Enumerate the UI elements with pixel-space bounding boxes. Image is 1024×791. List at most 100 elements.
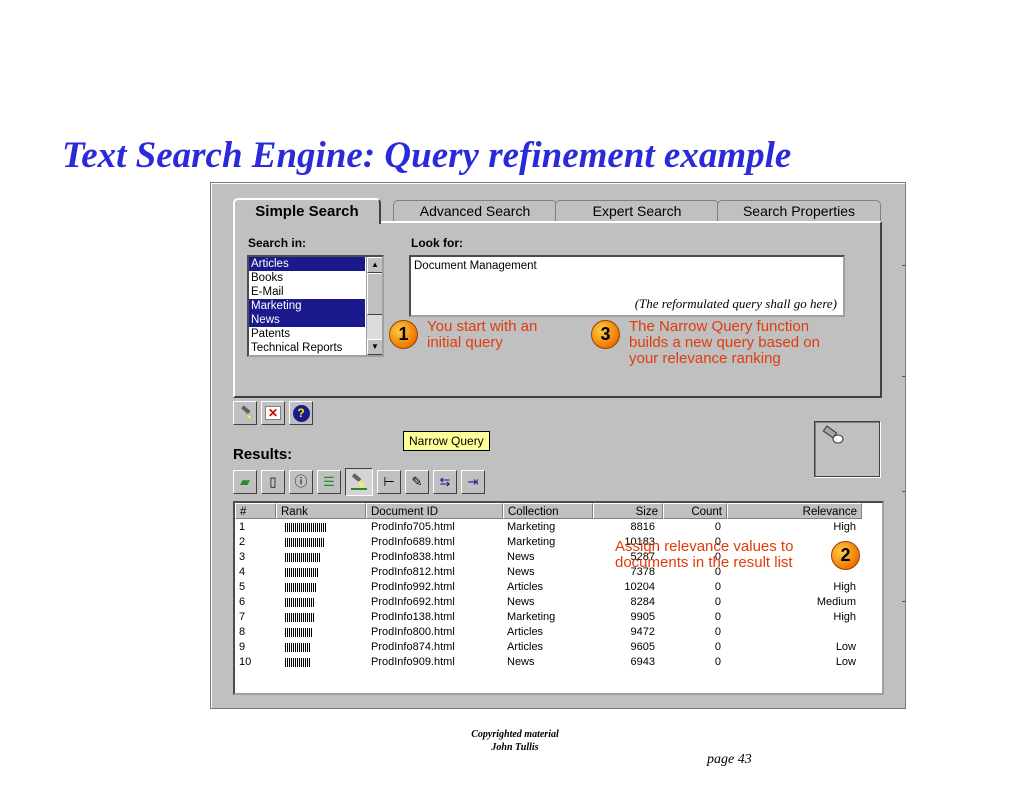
- cell-collection: Marketing: [507, 521, 556, 533]
- table-row[interactable]: 7 ProdInfo138.html Marketing 9905 0 High: [235, 610, 882, 625]
- cell-num: 5: [239, 581, 246, 593]
- scroll-up-icon[interactable]: ▲: [367, 257, 382, 273]
- tree-view-button[interactable]: ⊢: [377, 470, 401, 494]
- edit-document-button[interactable]: ✎: [405, 470, 429, 494]
- collection-item[interactable]: Technical Reports: [249, 341, 365, 355]
- tab-simple-search[interactable]: Simple Search: [233, 198, 381, 224]
- rank-bar: [285, 658, 310, 667]
- cell-num: 4: [239, 566, 246, 578]
- results-table: # Rank Document ID Collection Size Count…: [233, 501, 884, 695]
- edge-tick: [902, 491, 906, 492]
- flashlight-icon: [822, 425, 844, 444]
- cell-count: 0: [714, 611, 721, 623]
- cell-relevance[interactable]: Medium: [727, 595, 856, 610]
- col-header-relevance[interactable]: Relevance: [727, 503, 862, 519]
- cell-num: 7: [239, 611, 246, 623]
- narrow-query-icon: [351, 473, 367, 490]
- col-header-document-id[interactable]: Document ID: [366, 503, 503, 519]
- open-folder-icon: ▰: [240, 474, 250, 489]
- table-row[interactable]: 6 ProdInfo692.html News 8284 0 Medium: [235, 595, 882, 610]
- rank-bar: [285, 583, 317, 592]
- cell-count: 0: [714, 641, 721, 653]
- copyright-line-1: Copyrighted material: [471, 729, 559, 740]
- cell-num: 10: [239, 656, 252, 668]
- preview-box: [814, 421, 880, 477]
- cell-collection: News: [507, 566, 535, 578]
- search-in-label: Search in:: [248, 236, 307, 250]
- move-left-button[interactable]: ⇆: [433, 470, 457, 494]
- cell-doc: ProdInfo800.html: [371, 626, 455, 638]
- cell-relevance[interactable]: High: [727, 580, 856, 595]
- rank-bar: [285, 613, 314, 622]
- cell-doc: ProdInfo838.html: [371, 551, 455, 563]
- cell-relevance[interactable]: Low: [727, 640, 856, 655]
- rank-bar: [285, 643, 311, 652]
- cell-size: 6943: [630, 656, 655, 668]
- step-3-annotation: The Narrow Query function builds a new q…: [629, 319, 820, 367]
- cell-doc: ProdInfo692.html: [371, 596, 455, 608]
- collection-item[interactable]: News: [249, 313, 365, 327]
- collection-item[interactable]: Marketing: [249, 299, 365, 313]
- cell-doc: ProdInfo874.html: [371, 641, 455, 653]
- cell-count: 0: [714, 581, 721, 593]
- look-for-input[interactable]: Document Management (The reformulated qu…: [409, 255, 845, 317]
- rank-bar: [285, 628, 312, 637]
- flashlight-icon: [241, 405, 253, 421]
- table-row[interactable]: 1 ProdInfo705.html Marketing 8816 0 High: [235, 520, 882, 535]
- tab-advanced-search[interactable]: Advanced Search: [393, 200, 557, 221]
- col-header-size[interactable]: Size: [593, 503, 663, 519]
- new-document-button[interactable]: ▯: [261, 470, 285, 494]
- cell-size: 10204: [624, 581, 655, 593]
- scroll-down-icon[interactable]: ▼: [367, 339, 382, 355]
- cell-num: 2: [239, 536, 246, 548]
- col-header-num[interactable]: #: [235, 503, 276, 519]
- cell-relevance[interactable]: High: [727, 610, 856, 625]
- scroll-thumb[interactable]: [367, 273, 382, 315]
- listbox-scrollbar[interactable]: ▲ ▼: [366, 257, 382, 355]
- step-3-badge: 3: [591, 320, 620, 349]
- move-right-icon: ⇥: [467, 474, 479, 489]
- cell-num: 3: [239, 551, 246, 563]
- step-2-badge: 2: [831, 541, 860, 570]
- table-row[interactable]: 10 ProdInfo909.html News 6943 0 Low: [235, 655, 882, 670]
- new-document-icon: ▯: [269, 474, 277, 489]
- help-button[interactable]: ?: [289, 401, 313, 425]
- collections-listbox[interactable]: Articles Books E-Mail Marketing News Patents T…: [247, 255, 384, 357]
- col-header-count[interactable]: Count: [663, 503, 727, 519]
- col-header-rank[interactable]: Rank: [276, 503, 366, 519]
- edge-tick: [902, 376, 906, 377]
- search-button[interactable]: [233, 401, 257, 425]
- cell-relevance[interactable]: Low: [727, 655, 856, 670]
- table-row[interactable]: 8 ProdInfo800.html Articles 9472 0: [235, 625, 882, 640]
- cell-collection: News: [507, 551, 535, 563]
- checklist-button[interactable]: ☰: [317, 470, 341, 494]
- cell-size: 8284: [630, 596, 655, 608]
- step-2-line-2: documents in the result list: [615, 554, 793, 571]
- col-header-collection[interactable]: Collection: [503, 503, 593, 519]
- cell-doc: ProdInfo992.html: [371, 581, 455, 593]
- open-results-button[interactable]: ▰: [233, 470, 257, 494]
- cell-collection: Articles: [507, 641, 544, 653]
- tab-expert-search[interactable]: Expert Search: [555, 200, 719, 221]
- red-x-icon: ✕: [265, 406, 281, 420]
- collection-item[interactable]: Books: [249, 271, 365, 285]
- narrow-query-button[interactable]: [345, 468, 373, 496]
- cell-count: 0: [714, 521, 721, 533]
- collection-item[interactable]: E-Mail: [249, 285, 365, 299]
- search-app-window: Simple Search Advanced Search Expert Sea…: [210, 182, 906, 709]
- collection-item[interactable]: Patents: [249, 327, 365, 341]
- document-info-button[interactable]: ⓘ: [289, 470, 313, 494]
- cell-doc: ProdInfo812.html: [371, 566, 455, 578]
- rank-bar: [285, 598, 315, 607]
- cell-relevance[interactable]: High: [727, 520, 856, 535]
- cell-num: 6: [239, 596, 246, 608]
- checklist-icon: ☰: [323, 474, 335, 489]
- clear-button[interactable]: ✕: [261, 401, 285, 425]
- tab-search-properties[interactable]: Search Properties: [717, 200, 881, 221]
- collection-item[interactable]: Articles: [249, 257, 365, 271]
- rank-bar: [285, 568, 319, 577]
- table-row[interactable]: 9 ProdInfo874.html Articles 9605 0 Low: [235, 640, 882, 655]
- cell-size: 9605: [630, 641, 655, 653]
- table-row[interactable]: 5 ProdInfo992.html Articles 10204 0 High: [235, 580, 882, 595]
- move-right-button[interactable]: ⇥: [461, 470, 485, 494]
